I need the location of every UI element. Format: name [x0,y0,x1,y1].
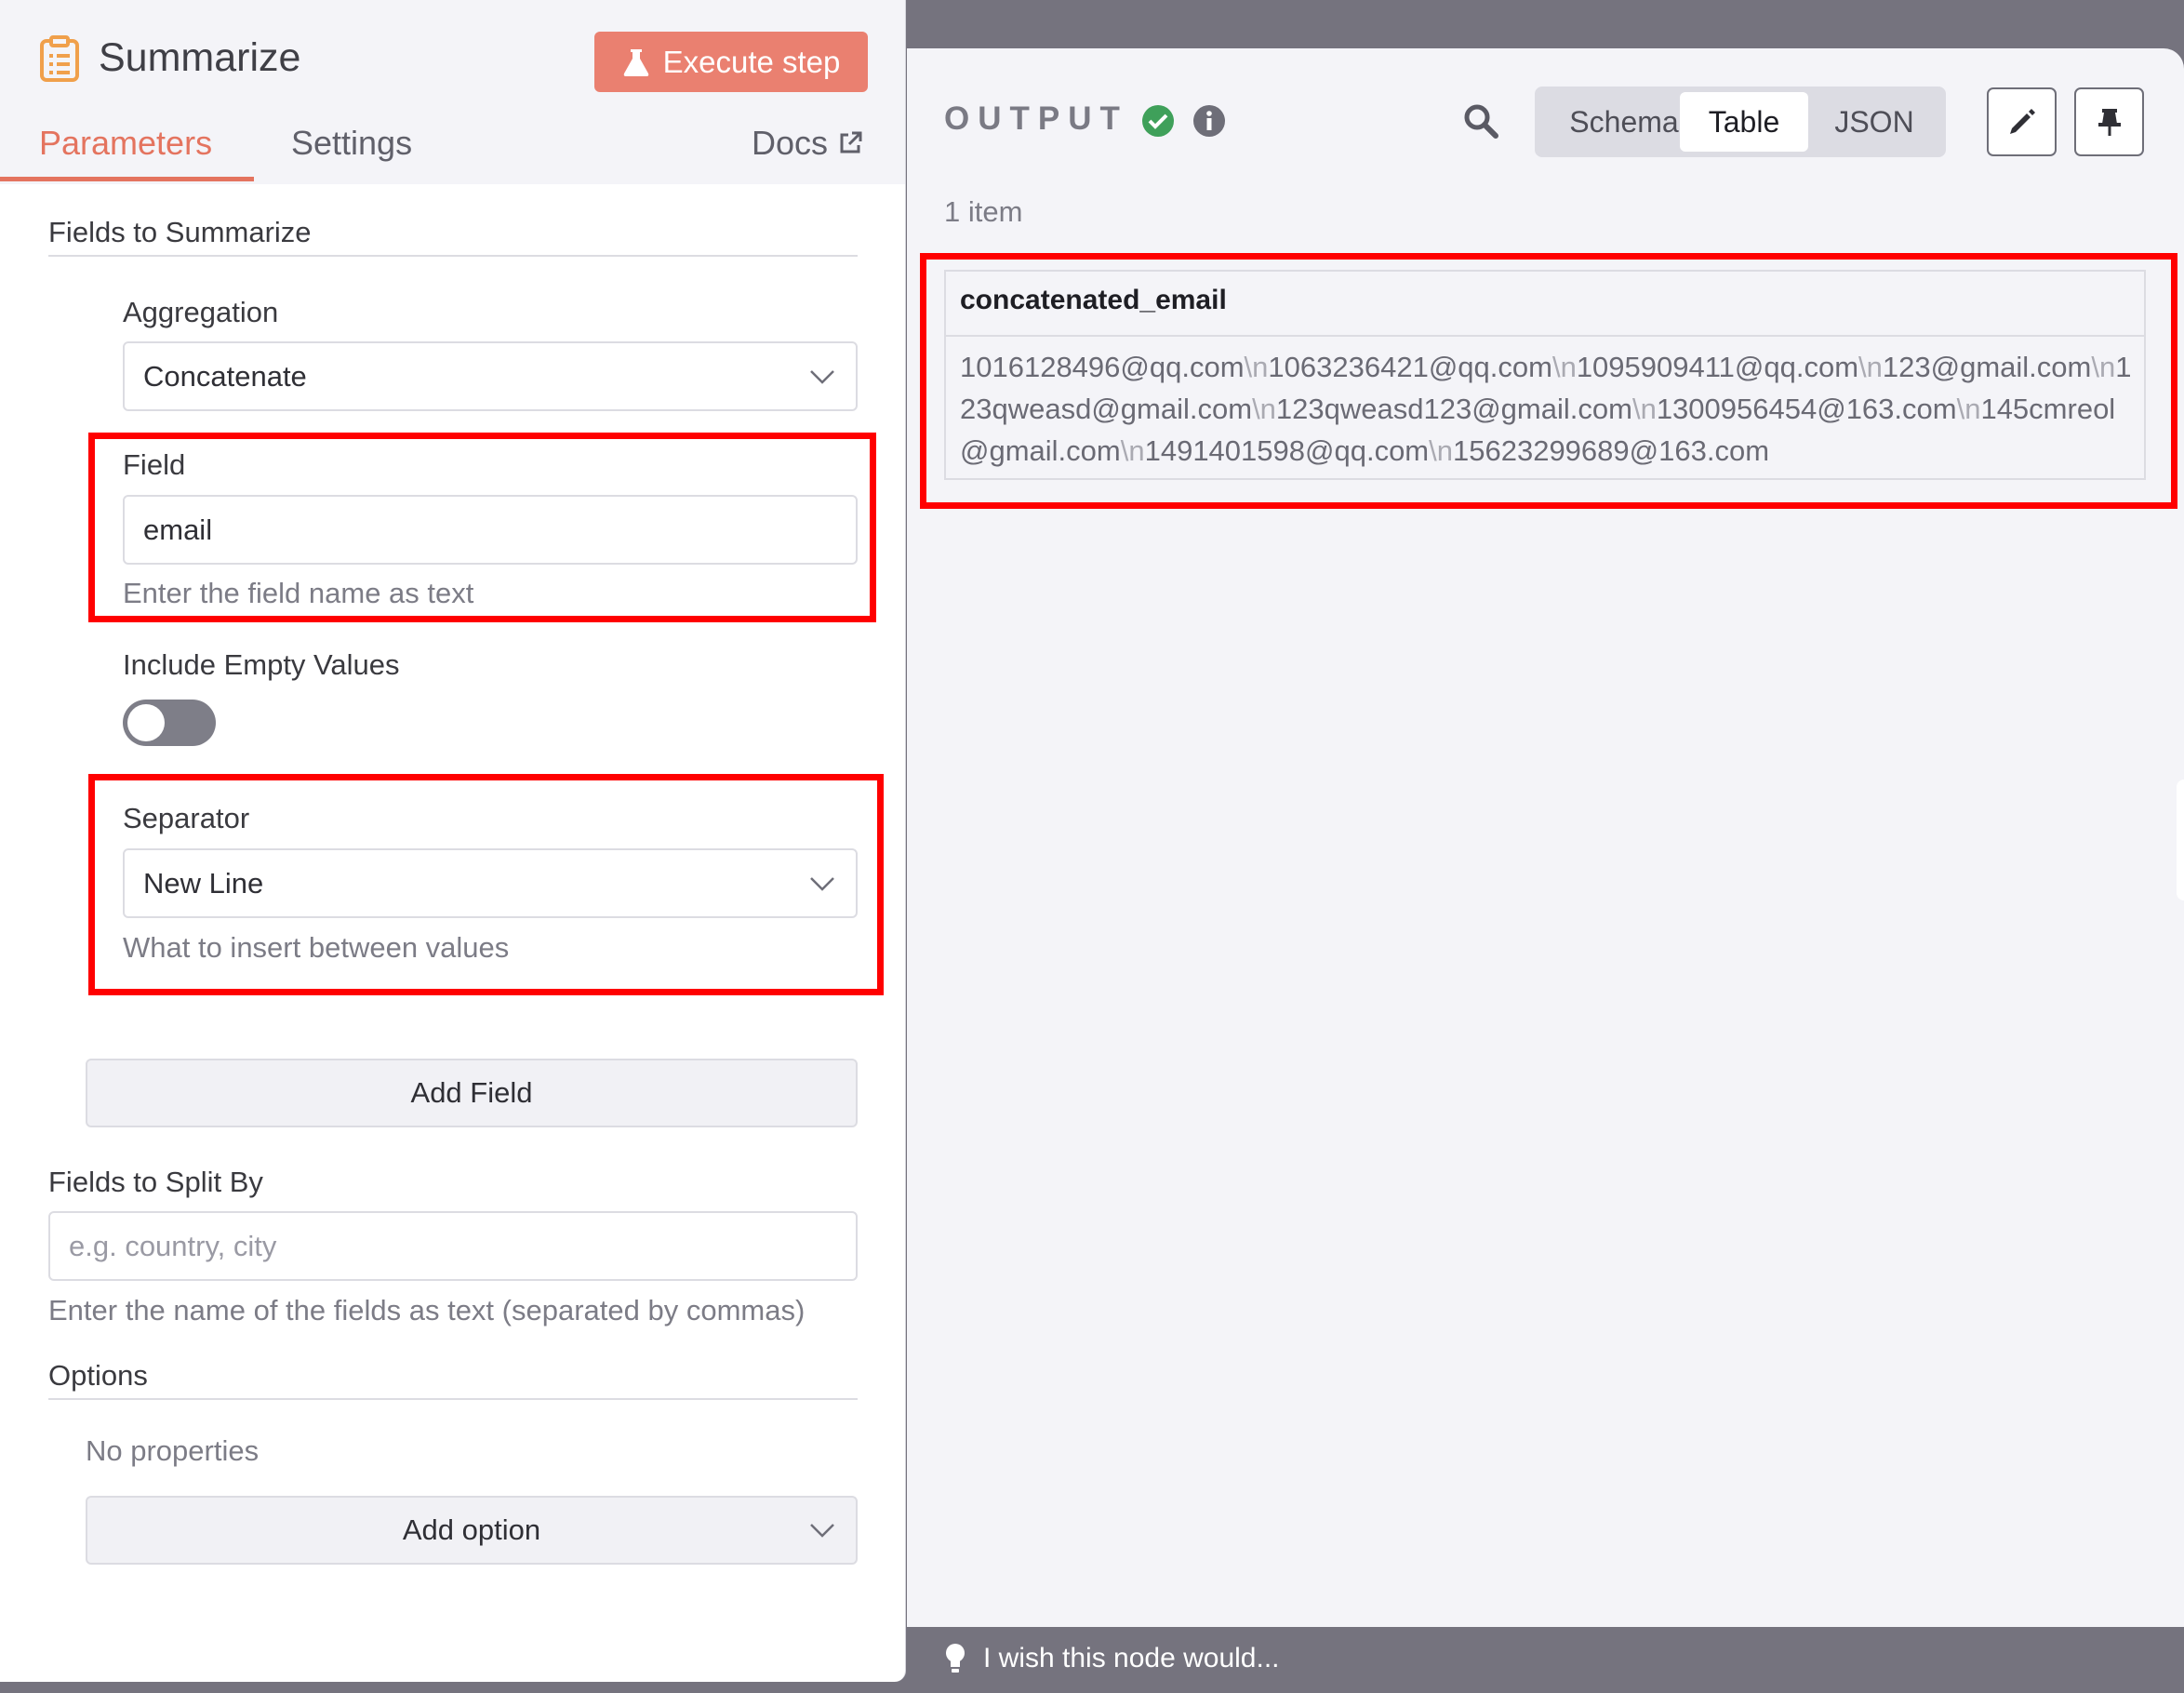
chevron-down-icon [810,369,834,384]
column-header: concatenated_email [946,272,2144,337]
split-by-placeholder: e.g. country, city [69,1229,277,1262]
field-name-input[interactable]: email [123,495,858,565]
add-option-label: Add option [402,1513,541,1546]
feedback-prompt[interactable]: I wish this node would... [944,1643,1280,1674]
field-hint: Enter the field name as text [123,577,474,609]
feedback-text: I wish this node would... [983,1643,1280,1673]
pin-icon [2097,109,2121,136]
field-name-value: email [143,513,213,546]
email-value: 123qweasd123@gmail.com [1275,393,1632,425]
view-table[interactable]: Table [1680,92,1808,152]
options-title: Options [48,1359,148,1392]
split-by-input[interactable]: e.g. country, city [48,1211,858,1281]
view-switch: Schema Table JSON [1535,87,1946,157]
panel-header: Summarize Execute step Parameters Settin… [0,0,905,184]
newline-escape: \n [1631,393,1657,425]
newline-escape: \n [1252,393,1276,425]
info-circle-icon[interactable] [1192,104,1226,138]
output-panel: OUTPUT Schema Table JSON 1 item concaten… [907,48,2184,1627]
email-value: 1300956454@163.com [1656,393,1957,425]
no-properties-text: No properties [86,1434,260,1467]
separator-select[interactable]: New Line [123,848,858,918]
split-by-hint: Enter the name of the fields as text (se… [48,1294,806,1326]
chevron-down-icon [810,1524,834,1538]
tab-settings[interactable]: Settings [291,124,412,163]
add-option-dropdown[interactable]: Add option [86,1496,858,1565]
lightbulb-icon [946,1644,965,1673]
execute-step-label: Execute step [662,44,841,79]
field-label: Field [123,448,186,481]
newline-escape: \n [2091,351,2116,383]
table-cell[interactable]: 1016128496@qq.com\n1063236421@qq.com\n10… [960,346,2132,472]
external-link-icon [840,131,862,153]
check-circle-icon [1142,105,1174,137]
email-value: 1016128496@qq.com [960,351,1245,383]
search-icon[interactable] [1462,102,1499,140]
newline-escape: \n [1551,351,1577,383]
newline-escape: \n [1120,434,1145,467]
add-field-button[interactable]: Add Field [86,1059,858,1127]
aggregation-label: Aggregation [123,296,279,328]
fields-to-split-by-title: Fields to Split By [48,1166,263,1198]
side-panel-handle[interactable] [2177,780,2184,900]
edit-output-button[interactable] [1987,87,2057,156]
pencil-icon [2009,109,2035,134]
aggregation-select[interactable]: Concatenate [123,341,858,411]
aggregation-value: Concatenate [143,359,307,393]
separator-hint: What to insert between values [123,931,510,964]
toggle-knob [127,704,165,741]
fields-to-summarize-title: Fields to Summarize [48,216,312,248]
pin-data-button[interactable] [2074,87,2144,156]
node-title: Summarize [99,35,301,80]
email-value: 1095909411@qq.com [1576,351,1859,383]
newline-escape: \n [1244,351,1269,383]
email-value: 1063236421@qq.com [1268,351,1552,383]
output-table: concatenated_email 1016128496@qq.com\n10… [944,270,2146,480]
chevron-down-icon [810,876,834,891]
email-value: 1491401598@qq.com [1144,434,1430,467]
output-label: OUTPUT [944,100,1128,137]
email-value: 123@gmail.com [1882,351,2092,383]
flask-icon [623,48,648,76]
clipboard-list-icon [40,35,79,82]
section-divider [48,255,858,257]
tab-parameters[interactable]: Parameters [39,124,212,163]
separator-label: Separator [123,802,250,834]
execute-step-button[interactable]: Execute step [594,32,868,92]
newline-escape: \n [1429,434,1453,467]
section-divider [48,1398,858,1400]
include-empty-values-label: Include Empty Values [123,648,400,681]
active-tab-indicator [0,177,254,181]
newline-escape: \n [1858,351,1883,383]
email-value: 15623299689@163.com [1453,434,1770,467]
node-parameters-panel: Summarize Execute step Parameters Settin… [0,0,906,1682]
separator-value: New Line [143,866,264,900]
newline-escape: \n [1956,393,1981,425]
docs-link[interactable]: Docs [752,124,863,163]
include-empty-values-toggle[interactable] [123,700,216,746]
docs-label: Docs [752,124,829,162]
view-json[interactable]: JSON [1806,92,1942,152]
item-count: 1 item [944,195,1023,228]
